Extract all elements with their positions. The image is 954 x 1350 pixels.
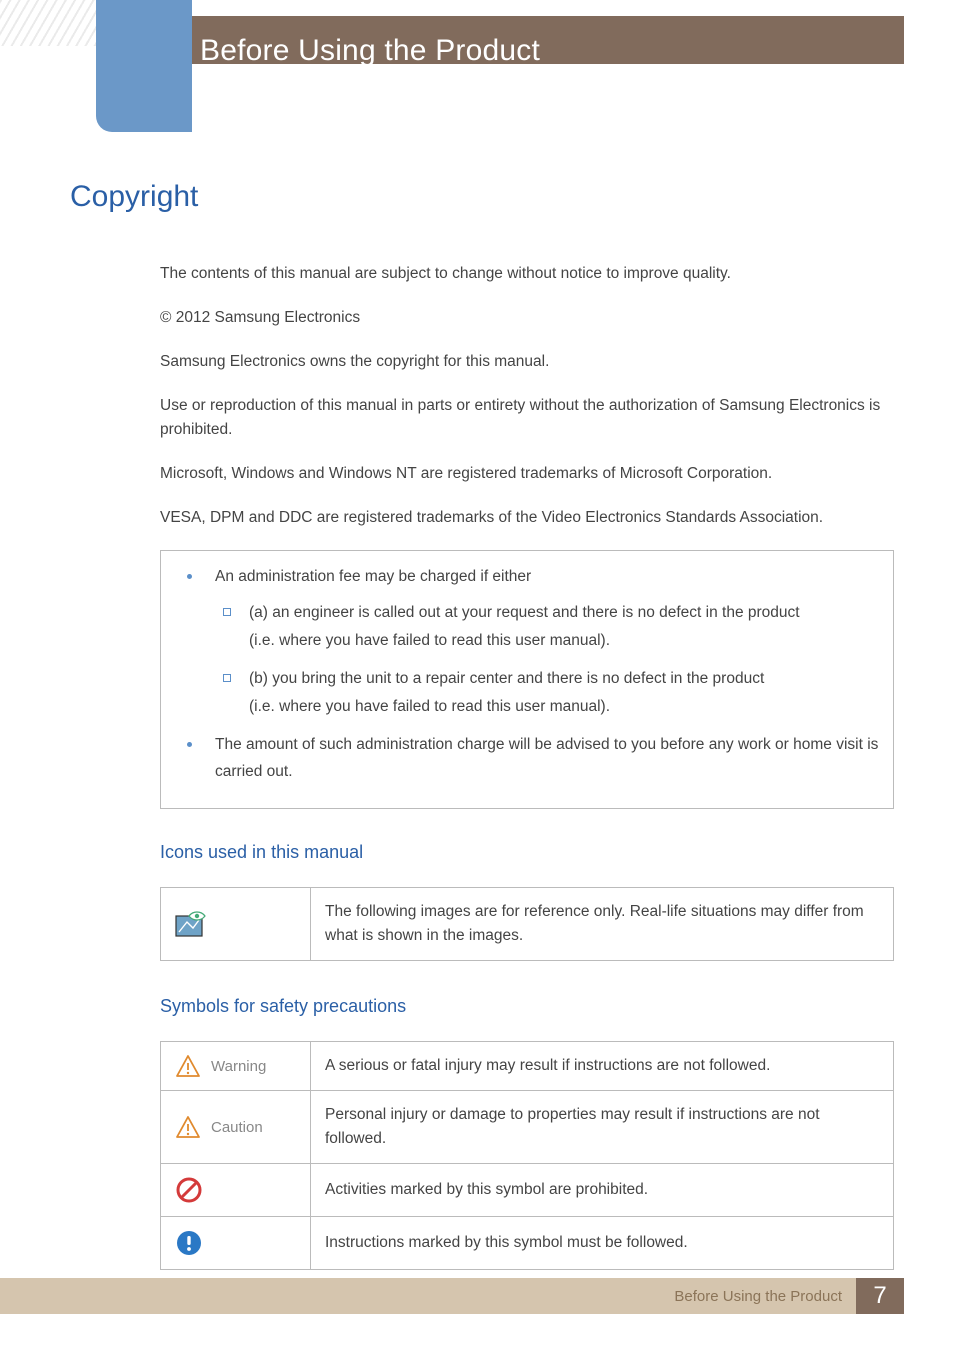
paragraph: © 2012 Samsung Electronics bbox=[160, 306, 894, 330]
list-item: An administration fee may be charged if … bbox=[175, 563, 879, 720]
table-row: Caution Personal injury or damage to pro… bbox=[161, 1091, 894, 1164]
prohibited-icon bbox=[175, 1176, 296, 1204]
table-row: Warning A serious or fatal injury may re… bbox=[161, 1042, 894, 1091]
list-item-text: The amount of such administration charge… bbox=[215, 736, 878, 781]
chapter-tab bbox=[96, 0, 192, 132]
list-item-text: (i.e. where you have failed to read this… bbox=[249, 632, 610, 649]
symbol-description: Activities marked by this symbol are pro… bbox=[311, 1164, 894, 1217]
reference-image-icon bbox=[175, 910, 296, 938]
symbol-label: Caution bbox=[211, 1116, 263, 1139]
header-hatch-decoration bbox=[0, 0, 110, 46]
list-item: (b) you bring the unit to a repair cente… bbox=[215, 665, 879, 721]
must-follow-icon bbox=[175, 1229, 296, 1257]
page-number: 7 bbox=[856, 1278, 904, 1314]
symbol-label: Warning bbox=[211, 1055, 266, 1078]
subsection-title: Symbols for safety precautions bbox=[160, 993, 894, 1021]
page-content: Copyright The contents of this manual ar… bbox=[70, 180, 894, 1302]
symbols-table: Warning A serious or fatal injury may re… bbox=[160, 1041, 894, 1270]
table-row: Instructions marked by this symbol must … bbox=[161, 1217, 894, 1270]
symbol-cell: Caution bbox=[161, 1091, 311, 1164]
symbol-description: Instructions marked by this symbol must … bbox=[311, 1217, 894, 1270]
icon-description: The following images are for reference o… bbox=[311, 888, 894, 961]
list-item: (a) an engineer is called out at your re… bbox=[215, 599, 879, 655]
list-item: The amount of such administration charge… bbox=[175, 731, 879, 787]
paragraph: Use or reproduction of this manual in pa… bbox=[160, 394, 894, 442]
list-item-text: (a) an engineer is called out at your re… bbox=[249, 604, 800, 621]
list-item-text: An administration fee may be charged if … bbox=[215, 568, 531, 585]
symbol-cell bbox=[161, 1164, 311, 1217]
table-row: The following images are for reference o… bbox=[161, 888, 894, 961]
footer-label: Before Using the Product bbox=[0, 1278, 856, 1314]
paragraph: Samsung Electronics owns the copyright f… bbox=[160, 350, 894, 374]
admin-fee-box: An administration fee may be charged if … bbox=[160, 550, 894, 809]
subsection-title: Icons used in this manual bbox=[160, 839, 894, 867]
body-text: The contents of this manual are subject … bbox=[160, 262, 894, 1270]
warning-triangle-icon bbox=[175, 1054, 201, 1078]
symbol-cell bbox=[161, 1217, 311, 1270]
paragraph: VESA, DPM and DDC are registered tradema… bbox=[160, 506, 894, 530]
section-title: Copyright bbox=[70, 180, 894, 214]
symbol-description: A serious or fatal injury may result if … bbox=[311, 1042, 894, 1091]
icons-table: The following images are for reference o… bbox=[160, 887, 894, 961]
paragraph: The contents of this manual are subject … bbox=[160, 262, 894, 286]
paragraph: Microsoft, Windows and Windows NT are re… bbox=[160, 462, 894, 486]
caution-triangle-icon bbox=[175, 1115, 201, 1139]
symbol-description: Personal injury or damage to properties … bbox=[311, 1091, 894, 1164]
table-row: Activities marked by this symbol are pro… bbox=[161, 1164, 894, 1217]
list-item-text: (b) you bring the unit to a repair cente… bbox=[249, 670, 764, 687]
page-footer: Before Using the Product 7 bbox=[0, 1278, 904, 1314]
symbol-cell: Warning bbox=[161, 1042, 311, 1091]
chapter-title: Before Using the Product bbox=[200, 34, 540, 68]
icon-cell bbox=[161, 888, 311, 961]
list-item-text: (i.e. where you have failed to read this… bbox=[249, 698, 610, 715]
